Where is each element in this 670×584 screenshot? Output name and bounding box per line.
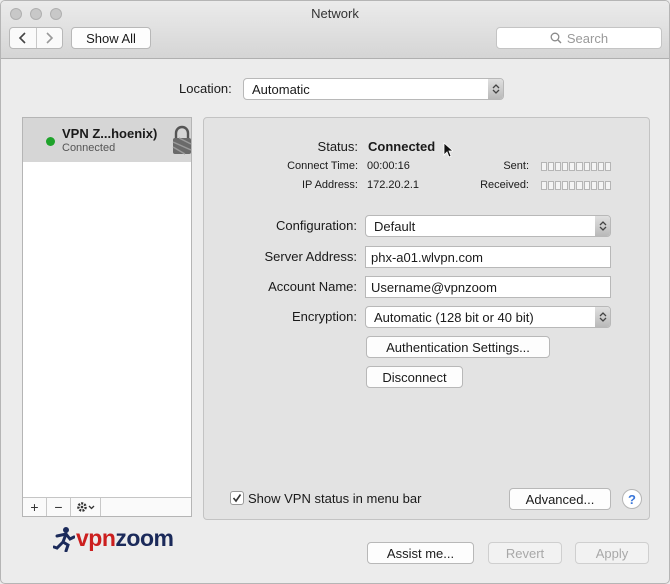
show-all-button[interactable]: Show All [71, 27, 151, 49]
nav-buttons [9, 27, 63, 49]
search-input[interactable]: Search [496, 27, 662, 49]
vpn-settings-panel: Status: Connected Connect Time: 00:00:16… [203, 117, 650, 520]
revert-button[interactable]: Revert [488, 542, 562, 564]
remove-service-button[interactable]: − [47, 498, 71, 516]
mouse-cursor-icon [443, 142, 453, 158]
help-button[interactable]: ? [622, 489, 642, 509]
configuration-select[interactable]: Default [365, 215, 611, 237]
encryption-value: Automatic (128 bit or 40 bit) [374, 309, 534, 325]
runner-logo-icon [53, 526, 75, 552]
location-label: Location: [179, 81, 232, 96]
connect-time-value: 00:00:16 [367, 160, 410, 172]
gear-icon [76, 502, 94, 512]
service-list: VPN Z...hoenix) Connected + − [22, 117, 192, 517]
title-bar: Network Show All Search [1, 1, 669, 59]
lock-icon [172, 125, 192, 155]
updown-arrows-icon [488, 79, 503, 99]
service-actions-button[interactable] [71, 498, 101, 516]
encryption-select[interactable]: Automatic (128 bit or 40 bit) [365, 306, 611, 328]
server-address-label: Server Address: [264, 249, 358, 264]
service-status: Connected [62, 142, 116, 154]
window-title: Network [311, 6, 359, 21]
disconnect-button[interactable]: Disconnect [366, 366, 463, 388]
location-select[interactable]: Automatic [243, 78, 504, 100]
service-item-vpn[interactable]: VPN Z...hoenix) Connected [23, 118, 192, 162]
location-value: Automatic [252, 81, 310, 97]
advanced-button[interactable]: Advanced... [509, 488, 611, 510]
authentication-settings-button[interactable]: Authentication Settings... [366, 336, 550, 358]
add-service-button[interactable]: + [23, 498, 47, 516]
search-placeholder: Search [566, 30, 609, 46]
logo-text-zoom: zoom [115, 525, 174, 551]
show-vpn-status-checkbox[interactable] [230, 491, 244, 505]
chevron-left-icon [18, 32, 26, 44]
configuration-value: Default [374, 218, 416, 234]
logo-text-vpn: vpn [76, 525, 116, 551]
search-icon [550, 32, 562, 44]
updown-arrows-icon [595, 216, 610, 236]
status-value: Connected [368, 139, 436, 154]
sent-activity-meter [541, 162, 611, 171]
service-name: VPN Z...hoenix) [62, 126, 158, 141]
encryption-label: Encryption: [291, 309, 357, 324]
network-window: Network Show All Search Location: Automa… [0, 0, 670, 584]
connect-time-label: Connect Time: [287, 160, 358, 172]
received-activity-meter [541, 181, 611, 190]
vpnzoom-logo: vpn zoom [53, 525, 174, 552]
status-dot [46, 137, 55, 146]
ip-address-value: 172.20.2.1 [367, 179, 419, 191]
status-label: Status: [317, 139, 358, 154]
received-label: Received: [480, 179, 529, 191]
back-button[interactable] [10, 28, 36, 48]
configuration-label: Configuration: [276, 218, 357, 233]
chevron-right-icon [46, 32, 54, 44]
assist-me-button[interactable]: Assist me... [367, 542, 474, 564]
forward-button[interactable] [35, 28, 63, 48]
server-address-field[interactable]: phx-a01.wlvpn.com [365, 246, 611, 268]
account-name-label: Account Name: [268, 279, 357, 294]
sent-label: Sent: [503, 160, 529, 172]
service-list-toolbar: + − [23, 497, 191, 516]
show-vpn-status-label: Show VPN status in menu bar [248, 491, 422, 506]
account-name-field[interactable]: Username@vpnzoom [365, 276, 611, 298]
checkmark-icon [232, 494, 242, 503]
updown-arrows-icon [595, 307, 610, 327]
apply-button[interactable]: Apply [575, 542, 649, 564]
ip-address-label: IP Address: [301, 179, 358, 191]
